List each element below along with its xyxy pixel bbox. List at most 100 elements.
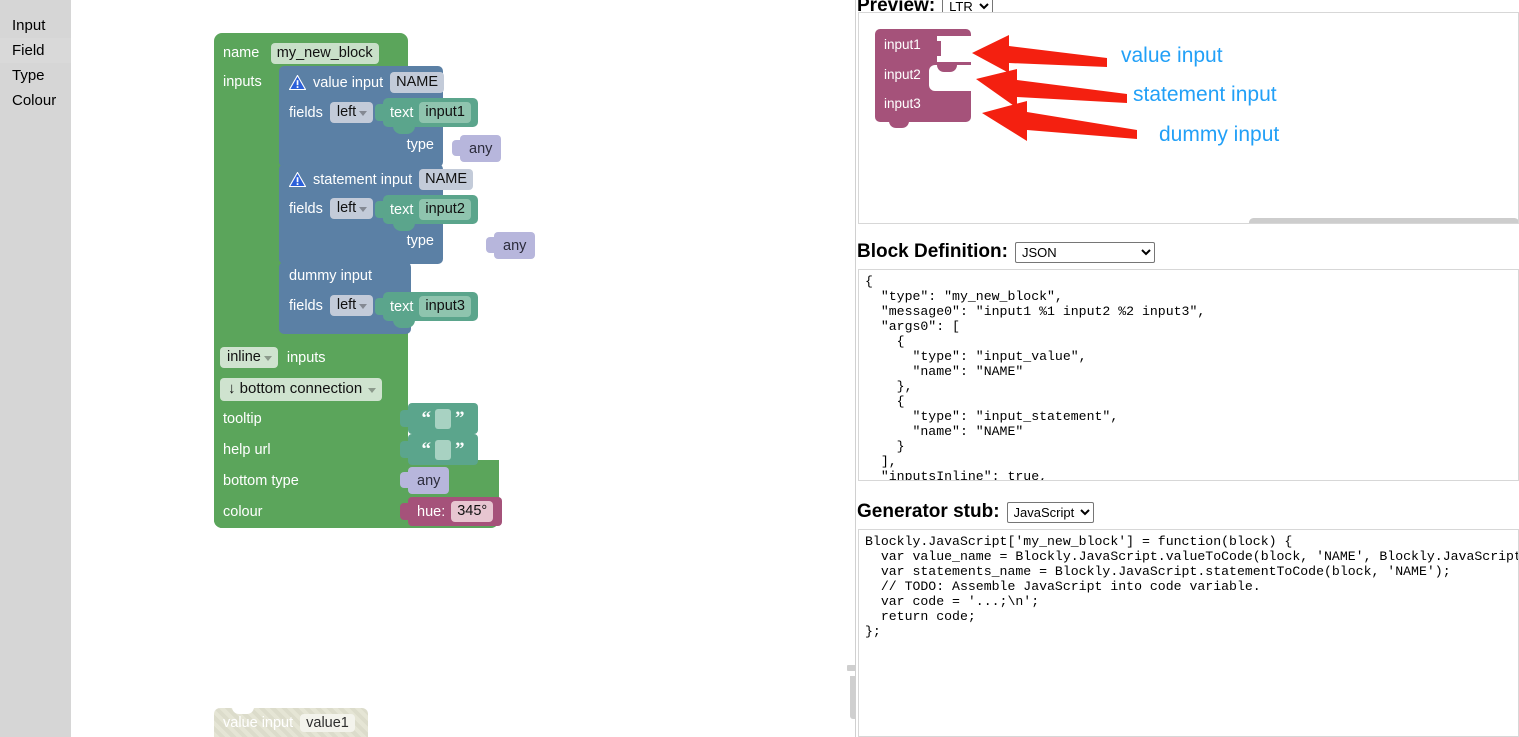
tooltip-text-block[interactable]: “ ” xyxy=(408,403,478,434)
warning-triangle-icon[interactable] xyxy=(289,172,306,187)
text-field-label: text xyxy=(390,105,413,121)
block-connector-nub xyxy=(400,441,409,458)
preview-row-label-1: input1 xyxy=(884,37,921,52)
type-label: type xyxy=(407,137,434,153)
bottom-type-any-block[interactable]: any xyxy=(408,467,449,494)
generator-stub-header: Generator stub: JavaScript Python PHP Lu… xyxy=(857,501,1094,523)
dragged-block-value-field[interactable]: value1 xyxy=(300,714,355,732)
text-field-label: text xyxy=(390,299,413,315)
text-field-block-input3[interactable]: text input3 xyxy=(383,292,478,321)
block-definition-format-select[interactable]: JSON JavaScript xyxy=(1015,242,1155,263)
dragged-value-input-block[interactable]: value input value1 xyxy=(214,708,368,737)
help-url-text-field[interactable] xyxy=(435,440,451,460)
help-url-text-block[interactable]: “ ” xyxy=(408,434,478,465)
type-any-label: any xyxy=(469,141,492,157)
colour-row: colour xyxy=(223,503,263,521)
toolbox-category-type[interactable]: Type xyxy=(0,63,71,88)
text-field-value[interactable]: input3 xyxy=(419,296,471,317)
tooltip-text-field[interactable] xyxy=(435,409,451,429)
fields-label: fields xyxy=(289,298,323,314)
block-top-notch xyxy=(232,707,254,714)
block-connector-nub xyxy=(452,140,461,156)
preview-block-bottom-notch xyxy=(889,121,909,128)
inline-suffix-label: inputs xyxy=(287,350,326,366)
help-url-label: help url xyxy=(223,442,271,458)
block-connector-nub xyxy=(486,237,495,253)
type-any-block-2[interactable]: any xyxy=(494,232,535,259)
toolbox-category-colour[interactable]: Colour xyxy=(0,88,71,113)
type-any-block-1[interactable]: any xyxy=(460,135,501,162)
text-field-value[interactable]: input1 xyxy=(419,102,471,123)
block-name-field[interactable]: my_new_block xyxy=(271,43,379,64)
block-connector-nub xyxy=(375,104,384,121)
warning-triangle-icon[interactable] xyxy=(289,75,306,90)
tooltip-row: tooltip xyxy=(223,410,262,428)
open-quote-icon: “ xyxy=(422,413,432,425)
block-definition-heading: Block Definition: xyxy=(857,241,1008,263)
toolbox-category-list: Input Field Type Colour xyxy=(0,0,71,737)
bottom-connection-dropdown[interactable]: ↓ bottom connection xyxy=(220,378,382,401)
field-align-dropdown[interactable]: left xyxy=(330,198,373,219)
name-label: name xyxy=(223,45,259,61)
value-input-title-row: value input NAME xyxy=(289,72,444,93)
inputs-label: inputs xyxy=(223,74,262,90)
preview-value-input-tab xyxy=(933,41,941,56)
field-align-dropdown[interactable]: left xyxy=(330,295,373,316)
factory-inputs-row: inputs xyxy=(223,73,262,91)
bottom-type-label: bottom type xyxy=(223,473,299,489)
colour-hue-block[interactable]: hue: 345° xyxy=(408,497,502,526)
preview-value-input-slot xyxy=(937,36,971,62)
preview-horizontal-scrollbar[interactable] xyxy=(1249,218,1519,224)
preview-row-label-2: input2 xyxy=(884,67,921,82)
toolbox-category-input[interactable]: Input xyxy=(0,13,71,38)
bottom-type-value: any xyxy=(417,473,440,489)
dragged-block-label: value input xyxy=(223,715,293,731)
toolbox-category-label: Type xyxy=(12,67,45,84)
value-input-type-row: type xyxy=(407,136,434,154)
preview-canvas[interactable]: input1 input2 input3 value input stateme… xyxy=(858,12,1519,224)
text-field-label: text xyxy=(390,202,413,218)
value-input-title: value input xyxy=(313,75,383,91)
fields-label: fields xyxy=(289,201,323,217)
block-connector-nub xyxy=(400,472,409,488)
open-quote-icon: “ xyxy=(422,444,432,456)
dummy-input-title: dummy input xyxy=(289,268,372,284)
block-connector-nub xyxy=(400,503,409,520)
hue-value-field[interactable]: 345° xyxy=(451,501,493,522)
blockly-developer-tools-page: Input Field Type Colour name my_new_bloc… xyxy=(0,0,1519,737)
help-url-row: help url xyxy=(223,441,271,459)
dummy-input-fields-row: fields left xyxy=(289,295,373,316)
text-block-bottom-notch xyxy=(393,320,415,328)
fields-label: fields xyxy=(289,105,323,121)
colour-label: colour xyxy=(223,504,263,520)
factory-name-row: name my_new_block xyxy=(223,43,379,64)
block-connector-nub xyxy=(375,201,384,218)
preview-block[interactable]: input1 input2 input3 xyxy=(875,29,971,122)
block-definition-header: Block Definition: JSON JavaScript xyxy=(857,241,1155,263)
toolbox-category-label: Input xyxy=(12,17,45,34)
toolbox-category-field[interactable]: Field xyxy=(0,38,71,63)
annotation-value-input: value input xyxy=(1121,44,1223,68)
blockly-workspace[interactable]: name my_new_block inputs value input NAM… xyxy=(71,0,856,737)
type-any-label: any xyxy=(503,238,526,254)
statement-input-fields-row: fields left xyxy=(289,198,373,219)
block-connector-nub xyxy=(375,298,384,315)
text-field-value[interactable]: input2 xyxy=(419,199,471,220)
annotation-dummy-input: dummy input xyxy=(1159,123,1279,147)
statement-input-type-row: type xyxy=(407,232,434,250)
preview-row-label-3: input3 xyxy=(884,96,921,111)
statement-input-name-field[interactable]: NAME xyxy=(419,169,473,190)
text-field-block-input2[interactable]: text input2 xyxy=(383,195,478,224)
close-quote-icon: ” xyxy=(455,444,465,456)
right-panel: Preview: LTR RTL input1 input2 input3 xyxy=(856,0,1519,737)
generator-stub-code[interactable]: Blockly.JavaScript['my_new_block'] = fun… xyxy=(858,529,1519,737)
toolbox-category-label: Field xyxy=(12,42,45,59)
statement-input-title-row: statement input NAME xyxy=(289,169,473,190)
close-quote-icon: ” xyxy=(455,413,465,425)
generator-stub-language-select[interactable]: JavaScript Python PHP Lua Dart xyxy=(1007,502,1094,523)
block-definition-code[interactable]: { "type": "my_new_block", "message0": "i… xyxy=(858,269,1519,481)
text-field-block-input1[interactable]: text input1 xyxy=(383,98,478,127)
value-input-name-field[interactable]: NAME xyxy=(390,72,444,93)
field-align-dropdown[interactable]: left xyxy=(330,102,373,123)
inline-dropdown[interactable]: inline xyxy=(220,347,278,368)
